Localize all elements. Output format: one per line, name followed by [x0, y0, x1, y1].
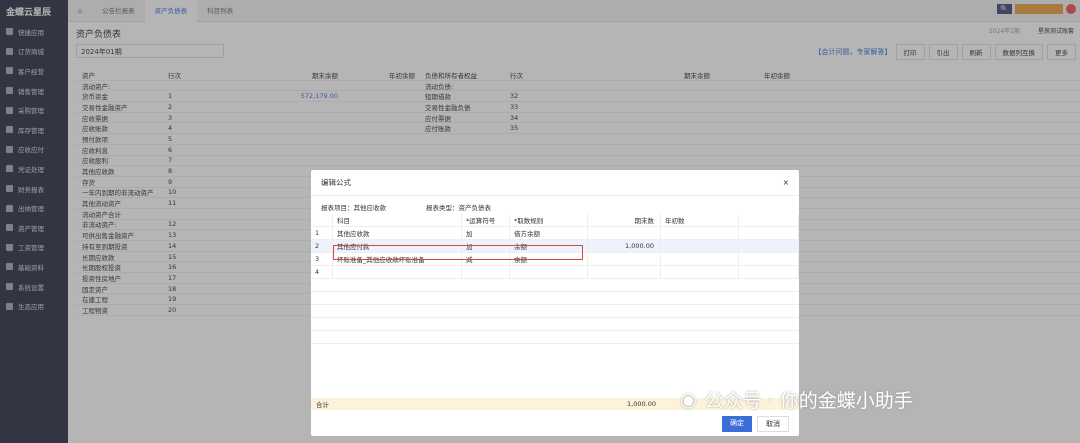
cell[interactable]: 1,000.00 [588, 240, 661, 252]
cell[interactable] [661, 266, 739, 278]
formula-header: 科目 *运算符号 *取数规则 期末数 年初数 [311, 214, 799, 227]
cell[interactable] [588, 266, 661, 278]
cell[interactable] [333, 266, 462, 278]
close-icon[interactable]: × [783, 178, 789, 187]
empty-row [311, 279, 799, 292]
cell[interactable] [588, 227, 661, 239]
empty-row [311, 318, 799, 331]
column-header: 年初数 [661, 214, 739, 226]
confirm-button[interactable]: 确定 [722, 416, 752, 432]
cell[interactable] [661, 240, 739, 252]
formula-row[interactable]: 1 其他应收款加借方余额 [311, 227, 799, 240]
report-item: 报表项目：其他应收款 [321, 204, 386, 212]
cell [739, 227, 799, 239]
cell[interactable]: 其他应收款 [333, 227, 462, 239]
column-header: 期末数 [588, 214, 661, 226]
report-type: 报表类型：资产负债表 [426, 204, 491, 212]
cell[interactable] [462, 266, 510, 278]
watermark: ◉ 公众号 · 你的金蝶小助手 [680, 388, 913, 413]
cell[interactable]: 加 [462, 227, 510, 239]
empty-row [311, 331, 799, 344]
cell [739, 266, 799, 278]
dialog-title: 编辑公式 [321, 178, 351, 187]
empty-row [311, 292, 799, 305]
formula-table: 科目 *运算符号 *取数规则 期末数 年初数 1 其他应收款加借方余额 2 其他应付款加余额 1,… [311, 214, 799, 344]
column-header: *取数规则 [510, 214, 588, 226]
cell: 1 [311, 227, 333, 239]
cell: 4 [311, 266, 333, 278]
cell [311, 214, 333, 226]
cell[interactable] [661, 227, 739, 239]
cell [739, 214, 799, 226]
cell [739, 240, 799, 252]
cell[interactable] [661, 253, 739, 265]
cell[interactable] [588, 253, 661, 265]
formula-row[interactable]: 4 [311, 266, 799, 279]
column-header: *运算符号 [462, 214, 510, 226]
cell: 2 [311, 240, 333, 252]
cell: 3 [311, 253, 333, 265]
wechat-icon: ◉ [680, 388, 697, 411]
cell[interactable] [510, 266, 588, 278]
empty-row [311, 305, 799, 318]
highlight-box [333, 245, 583, 260]
cancel-button[interactable]: 取消 [757, 416, 789, 432]
cell [739, 253, 799, 265]
column-header: 科目 [333, 214, 462, 226]
cell[interactable]: 借方余额 [510, 227, 588, 239]
